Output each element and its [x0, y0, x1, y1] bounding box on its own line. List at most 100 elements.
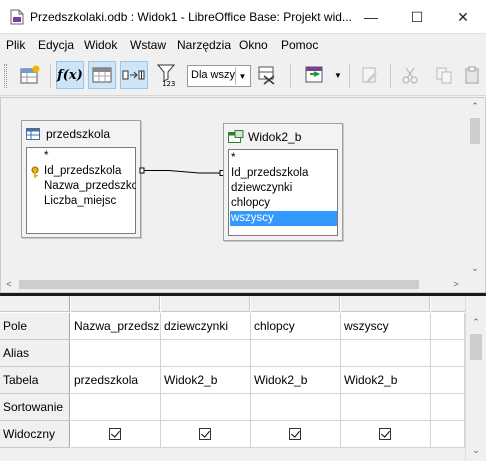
scroll-left-arrow-icon[interactable]: <: [1, 276, 17, 292]
limit-select[interactable]: Dla wszy ▼: [187, 65, 251, 87]
run-query-icon[interactable]: [302, 61, 330, 89]
field-item[interactable]: Liczba_miejsc: [44, 194, 116, 209]
grid-cell-visible[interactable]: [431, 421, 465, 448]
functions-icon[interactable]: f(x): [56, 61, 84, 89]
grid-cell-sort[interactable]: [251, 394, 341, 421]
grid-cell-visible[interactable]: [251, 421, 341, 448]
grid-cell-table[interactable]: [431, 367, 465, 394]
scroll-up-arrow-icon[interactable]: ⌃: [468, 314, 484, 330]
field-item[interactable]: *: [231, 151, 235, 166]
row-header-widoczny: Widoczny: [0, 421, 70, 448]
design-horizontal-scrollbar[interactable]: < >: [1, 276, 466, 292]
scrollbar-thumb[interactable]: [470, 334, 482, 360]
scrollbar-thumb[interactable]: [470, 118, 480, 144]
menu-edycja[interactable]: Edycja: [38, 38, 74, 52]
column-header[interactable]: [161, 296, 250, 312]
grid-cell-table[interactable]: Widok2_b: [161, 367, 251, 394]
grid-cell-sort[interactable]: [431, 394, 465, 421]
grid-cell-field[interactable]: dziewczynki: [161, 313, 251, 340]
grid-cell-table[interactable]: przedszkola: [71, 367, 161, 394]
close-button[interactable]: ✕: [440, 0, 486, 34]
grid-cell-table[interactable]: Widok2_b: [251, 367, 341, 394]
grid-cell-field[interactable]: chlopcy: [251, 313, 341, 340]
grid-cell-alias[interactable]: [341, 340, 431, 367]
table-window-przedszkola[interactable]: przedszkola * Id_przedszkola Nazwa_przed…: [21, 120, 141, 238]
chevron-down-icon[interactable]: ▼: [235, 67, 249, 85]
title-bar: Przedszkolaki.odb : Widok1 - LibreOffice…: [0, 0, 486, 34]
grid-cell-alias[interactable]: [251, 340, 341, 367]
row-header-pole: Pole: [0, 313, 70, 340]
copy-icon[interactable]: [430, 61, 458, 89]
field-item[interactable]: Id_przedszkola: [231, 166, 308, 181]
grid-cell-visible[interactable]: [161, 421, 251, 448]
scroll-down-arrow-icon[interactable]: ⌄: [467, 260, 483, 276]
add-table-icon[interactable]: [16, 61, 44, 89]
grid-cell-sort[interactable]: [71, 394, 161, 421]
menu-okno[interactable]: Okno: [239, 38, 268, 52]
minimize-button[interactable]: —: [348, 0, 394, 34]
grid-cell-alias[interactable]: [431, 340, 465, 367]
criteria-grid: Pole Alias Tabela Sortowanie Widoczny Na…: [0, 296, 486, 461]
grid-cell-alias[interactable]: [161, 340, 251, 367]
visible-checkbox[interactable]: [199, 428, 211, 440]
toolbar-separator: [349, 64, 350, 88]
field-item[interactable]: Nazwa_przedszko: [44, 179, 136, 194]
column-header[interactable]: [251, 296, 340, 312]
menu-wstaw[interactable]: Wstaw: [130, 38, 166, 52]
menu-plik[interactable]: Plik: [6, 38, 25, 52]
field-list[interactable]: * Id_przedszkola dziewczynki chlopcy wsz…: [228, 149, 338, 236]
grid-vertical-scrollbar[interactable]: ⌃ ⌄: [465, 296, 486, 461]
maximize-button[interactable]: ☐: [394, 0, 440, 34]
menu-bar: Plik Edycja Widok Wstaw Narzędzia Okno P…: [0, 34, 486, 56]
table-window-widok2-b[interactable]: Widok2_b * Id_przedszkola dziewczynki ch…: [223, 123, 343, 241]
grid-cell-field[interactable]: [431, 313, 465, 340]
grid-footer: [0, 448, 465, 461]
grid-cell-table[interactable]: Widok2_b: [341, 367, 431, 394]
query-design-area[interactable]: przedszkola * Id_przedszkola Nazwa_przed…: [0, 97, 486, 293]
cut-icon[interactable]: [396, 61, 424, 89]
grid-cell-visible[interactable]: [71, 421, 161, 448]
visible-checkbox[interactable]: [289, 428, 301, 440]
table-name-icon[interactable]: [88, 61, 116, 89]
visible-checkbox[interactable]: [379, 428, 391, 440]
relation-line[interactable]: [139, 166, 229, 178]
field-list[interactable]: * Id_przedszkola Nazwa_przedszko Liczba_…: [26, 147, 136, 234]
grid-cell-alias[interactable]: [71, 340, 161, 367]
paste-icon[interactable]: [462, 61, 482, 89]
toolbar-separator: [390, 64, 391, 88]
grid-cell-sort[interactable]: [161, 394, 251, 421]
base-app-icon: [10, 9, 24, 25]
design-vertical-scrollbar[interactable]: ⌃ ⌄: [466, 98, 484, 276]
scroll-down-arrow-icon[interactable]: ⌄: [468, 442, 484, 458]
grid-cell-visible[interactable]: [341, 421, 431, 448]
distinct-values-icon[interactable]: 123: [153, 61, 181, 89]
field-item[interactable]: Id_przedszkola: [44, 164, 121, 179]
menu-widok[interactable]: Widok: [84, 38, 117, 52]
field-item-selected[interactable]: wszyscy: [230, 211, 337, 226]
table-title: przedszkola: [46, 127, 111, 141]
field-item[interactable]: dziewczynki: [231, 181, 292, 196]
menu-narzedzia[interactable]: Narzędzia: [177, 38, 231, 52]
grid-cell-sort[interactable]: [341, 394, 431, 421]
scrollbar-thumb[interactable]: [19, 280, 419, 289]
clear-query-icon[interactable]: [253, 61, 281, 89]
column-header[interactable]: [341, 296, 430, 312]
grid-cell-field[interactable]: wszyscy: [341, 313, 431, 340]
column-header[interactable]: [71, 296, 160, 312]
grid-cell-field[interactable]: Nazwa_przedszk: [71, 313, 161, 340]
menu-pomoc[interactable]: Pomoc: [281, 38, 318, 52]
column-header[interactable]: [431, 296, 465, 312]
visible-checkbox[interactable]: [109, 428, 121, 440]
toolbar-grip[interactable]: [4, 64, 7, 88]
edit-icon[interactable]: [356, 61, 384, 89]
field-item[interactable]: *: [44, 149, 48, 164]
field-item[interactable]: chlopcy: [231, 196, 270, 211]
limit-select-value: Dla wszy: [191, 69, 236, 81]
scroll-right-arrow-icon[interactable]: >: [448, 276, 464, 292]
grid-corner: [0, 296, 70, 312]
window-title: Przedszkolaki.odb : Widok1 - LibreOffice…: [30, 10, 352, 24]
scroll-up-arrow-icon[interactable]: ⌃: [467, 98, 483, 114]
table-title: Widok2_b: [248, 130, 302, 144]
run-query-dropdown-icon[interactable]: ▼: [334, 71, 342, 80]
alias-icon[interactable]: [120, 61, 148, 89]
